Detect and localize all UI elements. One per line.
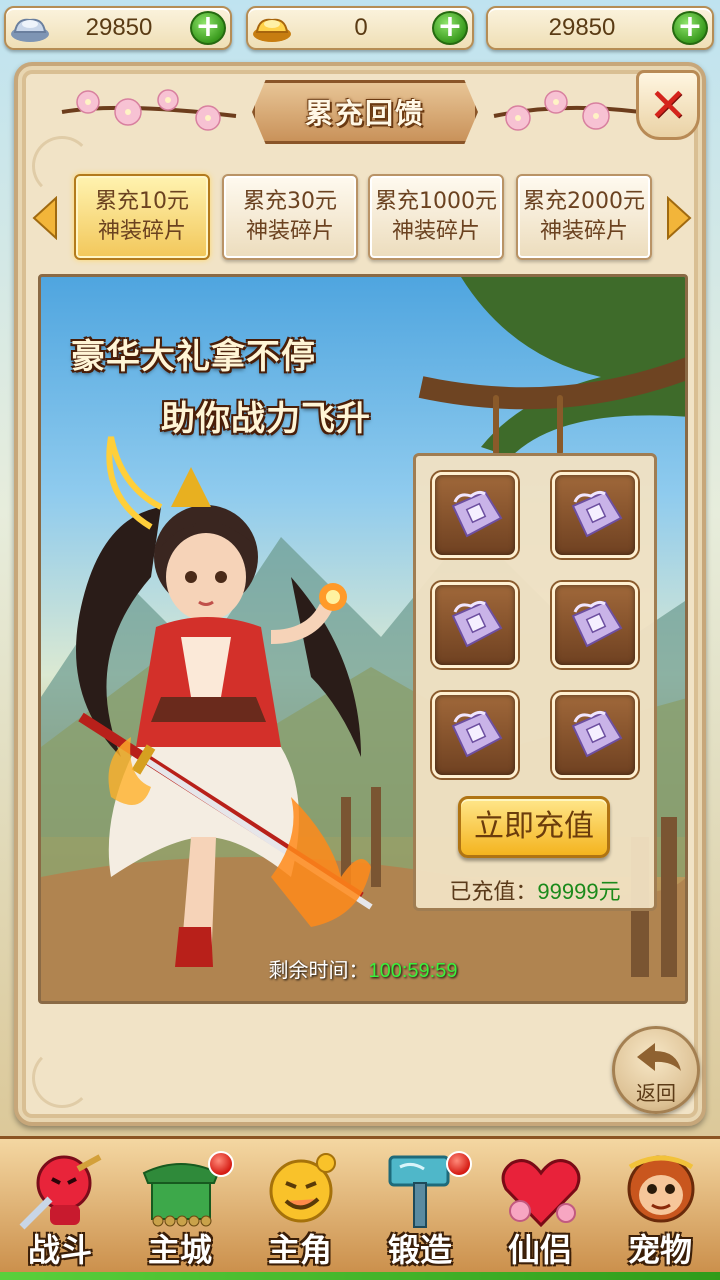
- nav-pet[interactable]: 宠物: [600, 1143, 720, 1275]
- recharge-now-button[interactable]: 立即充值: [458, 796, 610, 858]
- board-rope: [557, 395, 563, 455]
- gold-currency: 0 +: [246, 6, 474, 50]
- bottom-progress-strip: [0, 1272, 720, 1280]
- equipment-fragment-icon: [571, 490, 623, 538]
- reward-slot[interactable]: [552, 582, 638, 668]
- bottom-progress-fill: [0, 1272, 720, 1280]
- tab-recharge-2000[interactable]: 累充2000元 神装碎片: [516, 174, 652, 260]
- reward-slot[interactable]: [432, 692, 518, 778]
- tab-label-line2: 神装碎片: [97, 219, 186, 244]
- third-currency: 29850 +: [486, 6, 714, 50]
- gold-ingot-icon: [250, 10, 294, 46]
- tabs-scroll-left-button[interactable]: [28, 194, 62, 242]
- chevron-left-icon: [32, 196, 57, 240]
- reward-slot[interactable]: [432, 472, 518, 558]
- chevron-right-icon: [667, 196, 692, 240]
- nav-label: 主城: [147, 1231, 212, 1269]
- reward-slot[interactable]: [552, 692, 638, 778]
- hero-icon: [269, 1153, 336, 1223]
- silver-amount: 29850: [85, 14, 153, 41]
- nav-label: 锻造: [387, 1231, 452, 1269]
- nav-label: 主角: [267, 1231, 332, 1269]
- bottom-navigation: 战斗 主城 主角 锻造 仙侣 宠物: [0, 1136, 720, 1280]
- tab-recharge-1000[interactable]: 累充1000元 神装碎片: [368, 174, 504, 260]
- equipment-fragment-icon: [571, 600, 623, 648]
- nav-label: 战斗: [27, 1231, 92, 1269]
- nav-hero[interactable]: 主角: [240, 1143, 360, 1275]
- promo-banner: 豪华大礼拿不停 助你战力飞升 立即充值 已充值：99999元 剩余时间：100:…: [38, 274, 688, 1004]
- close-button[interactable]: ✕: [636, 70, 700, 140]
- pet-monkey-icon: [627, 1155, 695, 1223]
- equipment-fragment-icon: [451, 490, 503, 538]
- plum-blossom-decoration: [493, 90, 641, 131]
- back-label: 返回: [636, 1081, 676, 1105]
- reward-slot[interactable]: [432, 582, 518, 668]
- back-button[interactable]: 返回: [612, 1026, 700, 1114]
- tab-label-line1: 累充30元: [243, 189, 337, 214]
- remaining-time: 剩余时间：100:59:59: [41, 954, 685, 983]
- promo-slogan-line1: 豪华大礼拿不停: [71, 337, 316, 377]
- tab-label-line2: 神装碎片: [391, 219, 480, 244]
- recharge-reward-panel: 累充回馈 ✕ 累充10元 神装碎片 累充30元 神装碎片 累充1000元 神装碎…: [14, 62, 706, 1126]
- currency-bar: 29850 + 0 + 29850 +: [0, 0, 720, 58]
- remaining-time-label: 剩余时间：: [268, 958, 369, 982]
- third-currency-amount: 29850: [548, 14, 616, 41]
- panel-title: 累充回馈: [304, 97, 425, 130]
- nav-companion[interactable]: 仙侣: [480, 1143, 600, 1275]
- companion-heart-icon: [501, 1159, 581, 1228]
- tabs-scroll-right-button[interactable]: [662, 194, 696, 242]
- remaining-time-value: 100:59:59: [368, 960, 458, 982]
- add-gold-button[interactable]: +: [432, 11, 468, 45]
- gold-amount: 0: [354, 14, 368, 41]
- reward-slot[interactable]: [552, 472, 638, 558]
- panel-title-plate: 累充回馈: [252, 80, 478, 144]
- add-third-currency-button[interactable]: +: [672, 11, 708, 45]
- tab-label-line1: 累充1000元: [375, 189, 497, 214]
- tab-label-line1: 累充10元: [95, 189, 189, 214]
- notification-badge: [208, 1151, 234, 1177]
- equipment-fragment-icon: [451, 600, 503, 648]
- back-arrow-icon: [637, 1043, 681, 1071]
- promo-slogan-line2: 助你战力飞升: [161, 399, 371, 439]
- reward-board: 立即充值 已充值：99999元: [413, 453, 657, 911]
- tab-label-line2: 神装碎片: [245, 219, 334, 244]
- recharged-status: 已充值：99999元: [416, 874, 654, 906]
- tab-recharge-10[interactable]: 累充10元 神装碎片: [74, 174, 210, 260]
- nav-main-city[interactable]: 主城: [120, 1143, 240, 1275]
- add-silver-button[interactable]: +: [190, 11, 226, 45]
- board-rope: [493, 395, 499, 455]
- panel-ornament: [32, 1048, 92, 1108]
- tab-label-line1: 累充2000元: [523, 189, 645, 214]
- plum-blossom-decoration: [61, 89, 237, 131]
- notification-badge: [446, 1151, 472, 1177]
- nav-label: 宠物: [627, 1231, 692, 1269]
- recharged-amount: 99999元: [537, 879, 621, 904]
- silver-currency: 29850 +: [4, 6, 232, 50]
- silver-ingot-icon: [8, 10, 52, 46]
- nav-forge[interactable]: 锻造: [360, 1143, 480, 1275]
- recharged-label: 已充值：: [449, 880, 538, 905]
- battle-icon: [19, 1154, 102, 1230]
- nav-battle[interactable]: 战斗: [0, 1143, 120, 1275]
- equipment-fragment-icon: [451, 710, 503, 758]
- tab-label-line2: 神装碎片: [539, 219, 628, 244]
- close-icon: ✕: [648, 78, 688, 132]
- nav-label: 仙侣: [507, 1231, 572, 1269]
- tab-recharge-30[interactable]: 累充30元 神装碎片: [222, 174, 358, 260]
- equipment-fragment-icon: [571, 710, 623, 758]
